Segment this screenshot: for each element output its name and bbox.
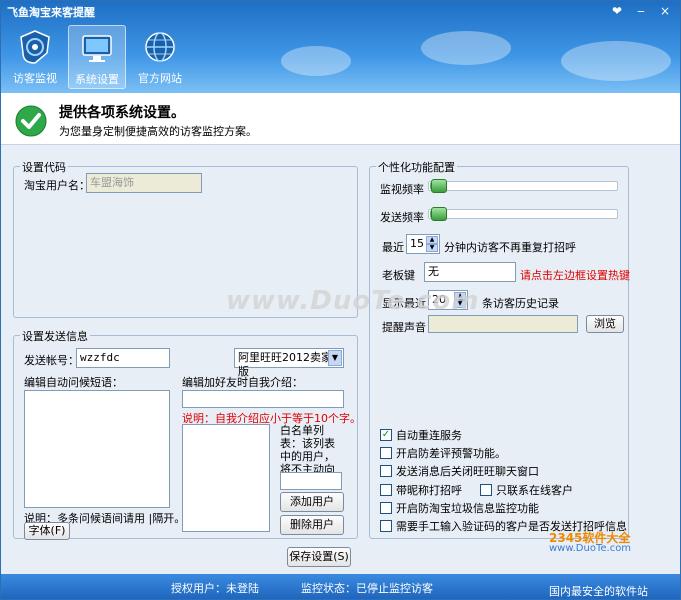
username-field[interactable]: 车盟海饰	[86, 173, 202, 193]
slider-thumb[interactable]	[431, 207, 447, 221]
checkbox-box	[480, 484, 492, 496]
group-label: 设置发送信息	[20, 328, 90, 344]
checkbox-label: 开启防淘宝垃圾信息监控功能	[396, 502, 539, 515]
checkbox-label: 发送消息后关闭旺旺聊天窗口	[396, 465, 539, 478]
auth-status: 授权用户：未登陆	[171, 582, 259, 595]
group-label: 个性化功能配置	[376, 159, 457, 175]
nav-label: 访客监视	[13, 72, 57, 85]
cloud-decoration	[421, 31, 511, 65]
delete-user-button[interactable]: 删除用户	[280, 515, 344, 535]
font-button[interactable]: 字体(F)	[24, 522, 70, 540]
whitelist-input[interactable]	[280, 472, 342, 490]
checkbox-label: 带昵称打招呼	[396, 484, 462, 497]
checkbox-label: 开启防差评预警功能。	[396, 447, 506, 460]
recent-label: 最近	[382, 241, 404, 254]
checkbox-box	[380, 447, 392, 459]
intro-label: 编辑加好友时自我介绍：	[182, 376, 303, 389]
greeting-label: 编辑自动问候短语：	[24, 376, 123, 389]
send-freq-slider[interactable]	[428, 207, 618, 221]
show-recent-suffix: 条访客历史记录	[482, 297, 559, 310]
monitor-settings-icon	[82, 35, 112, 62]
online-only-checkbox[interactable]: 只联系在线客户	[480, 482, 573, 498]
checkbox-box	[380, 465, 392, 477]
bad-review-alert-checkbox[interactable]: 开启防差评预警功能。	[380, 445, 506, 461]
monitor-status: 监控状态：已停止监控访客	[301, 582, 433, 595]
window-controls: ❤ ‒ ×	[608, 4, 674, 18]
nav-system-settings[interactable]: 系统设置	[68, 25, 126, 89]
nav-label: 系统设置	[75, 73, 119, 86]
boss-key-label: 老板键	[382, 269, 415, 282]
checkbox-label: 只联系在线客户	[496, 484, 573, 497]
nav-official-site[interactable]: 官方网站	[131, 25, 189, 89]
window-title: 飞鱼淘宝来客提醒	[7, 6, 95, 19]
checkbox-label: 自动重连服务	[396, 429, 462, 442]
cloud-decoration	[281, 46, 351, 76]
boss-key-field[interactable]: 无	[424, 262, 516, 282]
account-field[interactable]: wzzfdc	[76, 348, 170, 368]
skin-icon[interactable]: ❤	[608, 4, 626, 18]
slider-thumb[interactable]	[431, 179, 447, 193]
close-chat-checkbox[interactable]: 发送消息后关闭旺旺聊天窗口	[380, 463, 539, 479]
auto-reconnect-checkbox[interactable]: ✓ 自动重连服务	[380, 427, 462, 443]
send-group: 设置发送信息 发送帐号： wzzfdc 阿里旺旺2012卖家版 ▼ 编辑自动问候…	[13, 328, 361, 540]
group-label: 设置代码	[20, 159, 68, 175]
intro-field[interactable]	[182, 390, 344, 408]
info-title: 提供各项系统设置。	[59, 105, 185, 121]
account-label: 发送帐号：	[24, 354, 79, 367]
cloud-decoration	[561, 41, 671, 81]
watermark-logo-url: www.DuoTe.com	[549, 543, 632, 554]
checkbox-box	[380, 484, 392, 496]
minimize-button[interactable]: ‒	[632, 4, 650, 18]
add-user-button[interactable]: 添加用户	[280, 492, 344, 512]
greeting-textarea[interactable]	[24, 390, 170, 508]
whitelist-box[interactable]	[182, 424, 270, 532]
spam-monitor-checkbox[interactable]: 开启防淘宝垃圾信息监控功能	[380, 500, 539, 516]
nav-visitor-monitor[interactable]: 访客监视	[6, 25, 64, 89]
header-banner: 飞鱼淘宝来客提醒 ❤ ‒ × 访客监视 系统设置 官方网站	[1, 1, 680, 93]
nav-label: 官方网站	[138, 72, 182, 85]
checkbox-box	[380, 520, 392, 532]
recent-minutes-spinner[interactable]: 15 ▲ ▼	[406, 234, 440, 254]
spin-up-icon[interactable]: ▲	[426, 236, 438, 244]
info-subtitle: 为您量身定制便捷高效的访客监控方案。	[59, 125, 257, 138]
recent-suffix: 分钟内访客不再重复打招呼	[444, 241, 576, 254]
watermark-footer: 国内最安全的软件站	[549, 585, 648, 598]
custom-config-group: 个性化功能配置 监视频率 发送频率 最近 15 ▲ ▼ 分钟内访客不再重复打招呼…	[369, 159, 630, 539]
checkbox-box: ✓	[380, 429, 392, 441]
app-window: 飞鱼淘宝来客提醒 ❤ ‒ × 访客监视 系统设置 官方网站 提供各项系统设置。 …	[0, 0, 681, 600]
close-button[interactable]: ×	[656, 4, 674, 18]
recent-minutes-value: 15	[410, 237, 424, 250]
browse-button[interactable]: 浏览	[586, 315, 624, 333]
chevron-down-icon: ▼	[328, 350, 342, 366]
save-settings-button[interactable]: 保存设置(S)	[287, 547, 351, 567]
checkmark-icon	[15, 105, 47, 137]
info-strip: 提供各项系统设置。 为您量身定制便捷高效的访客监控方案。	[1, 93, 680, 145]
boss-key-hint: 请点击左边框设置热键	[520, 269, 630, 282]
spin-down-icon[interactable]: ▼	[426, 244, 438, 252]
watermark-text: www.DuoTe.com	[226, 286, 480, 316]
send-freq-label: 发送频率	[380, 211, 424, 224]
shield-radar-icon	[20, 30, 50, 64]
monitor-freq-slider[interactable]	[428, 179, 618, 193]
client-select[interactable]: 阿里旺旺2012卖家版 ▼	[234, 348, 344, 378]
username-label: 淘宝用户名：	[24, 179, 90, 192]
monitor-freq-label: 监视频率	[380, 183, 424, 196]
globe-icon	[145, 32, 175, 62]
sound-label: 提醒声音	[382, 321, 426, 334]
sound-path-field[interactable]	[428, 315, 578, 333]
checkbox-box	[380, 502, 392, 514]
greet-with-nickname-checkbox[interactable]: 带昵称打招呼	[380, 482, 462, 498]
